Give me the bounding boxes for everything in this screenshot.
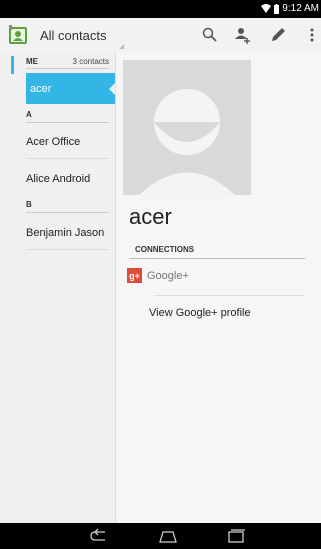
home-icon[interactable]	[158, 528, 178, 544]
google-plus-icon: g+	[127, 268, 142, 283]
list-item-me-acer[interactable]: acer	[26, 73, 115, 104]
list-divider	[26, 249, 109, 250]
google-plus-label: Google+	[147, 269, 189, 282]
google-plus-connection[interactable]: g+ Google+	[127, 268, 189, 283]
connections-divider	[129, 258, 305, 259]
status-time: 9:12 AM	[282, 3, 319, 14]
section-header-me: ME	[26, 57, 38, 66]
list-item-acer-office[interactable]: Acer Office	[26, 126, 115, 157]
list-divider	[26, 158, 109, 159]
section-header-b: B	[26, 200, 32, 209]
list-item-label: acer	[30, 82, 52, 95]
list-item-label: Alice Android	[26, 172, 91, 185]
edit-icon[interactable]	[269, 26, 287, 44]
status-bar: 9:12 AM	[0, 0, 321, 18]
contact-count: 3 contacts	[72, 57, 109, 66]
add-contact-icon[interactable]	[233, 26, 251, 44]
main-content: ME 3 contacts acer A Acer Office Alice A…	[0, 52, 321, 523]
section-divider	[26, 122, 109, 123]
contact-photo[interactable]	[123, 60, 251, 195]
status-icons: 9:12 AM	[261, 3, 319, 14]
contacts-list-pane[interactable]: ME 3 contacts acer A Acer Office Alice A…	[0, 52, 116, 523]
contacts-filter-title[interactable]: All contacts	[40, 28, 106, 43]
view-google-plus-profile-link[interactable]: View Google+ profile	[149, 307, 251, 319]
wifi-icon	[261, 4, 272, 13]
dropdown-caret-icon	[119, 44, 124, 49]
list-item-benjamin-jason[interactable]: Benjamin Jason	[26, 217, 115, 248]
action-bar: All contacts	[0, 18, 321, 53]
navigation-bar	[0, 523, 321, 549]
overflow-menu-icon[interactable]	[303, 26, 321, 44]
battery-icon	[274, 3, 280, 14]
connections-header: CONNECTIONS	[135, 245, 195, 254]
section-header-a: A	[26, 110, 32, 119]
connection-divider	[154, 295, 305, 296]
section-divider	[26, 68, 109, 69]
contacts-app-icon[interactable]	[7, 24, 29, 46]
selection-notch	[109, 83, 115, 95]
fast-scroll-indicator	[11, 56, 14, 74]
list-item-label: Benjamin Jason	[26, 226, 105, 239]
contact-name: acer	[129, 204, 172, 229]
recent-apps-icon[interactable]	[226, 528, 246, 544]
section-divider	[26, 212, 109, 213]
list-item-label: Acer Office	[26, 135, 81, 148]
search-icon[interactable]	[201, 26, 219, 44]
back-icon[interactable]	[89, 528, 109, 544]
contact-detail-pane: acer CONNECTIONS g+ Google+ View Google+…	[116, 52, 321, 523]
default-avatar-icon	[123, 60, 251, 195]
list-item-alice-android[interactable]: Alice Android	[26, 163, 115, 194]
